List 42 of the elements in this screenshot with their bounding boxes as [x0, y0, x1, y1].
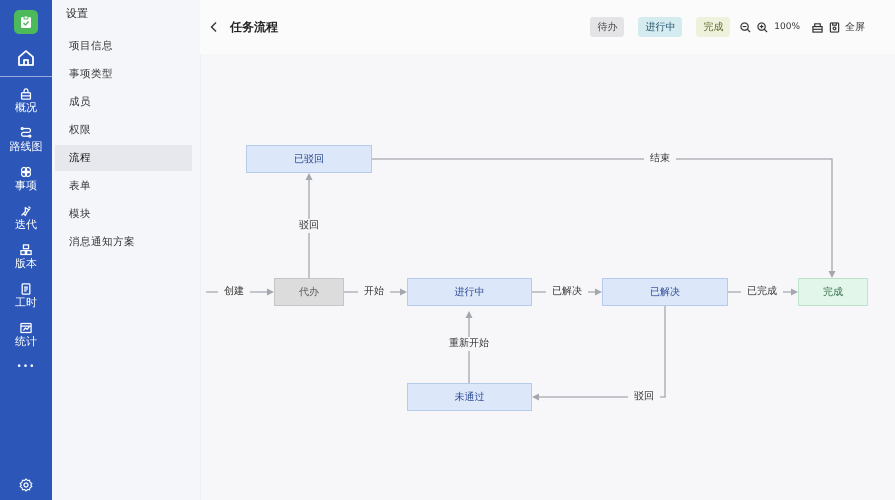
rocket-icon — [19, 204, 33, 218]
nav-item[interactable]: 项目信息 — [55, 33, 192, 59]
state-node[interactable]: 未通过 — [407, 383, 532, 411]
settings-heading: 设置 — [65, 6, 89, 22]
zoom-out-icon[interactable] — [740, 22, 752, 32]
page-title: 任务流程 — [230, 18, 278, 36]
rail-item[interactable]: 统计 — [15, 317, 37, 353]
fullscreen-button[interactable]: 全屏 — [845, 20, 865, 34]
nav-item[interactable]: 权限 — [55, 117, 192, 143]
blocks-icon — [19, 243, 33, 257]
rail-item[interactable]: 迭代 — [15, 200, 37, 236]
lock-icon — [19, 87, 33, 101]
nav-item[interactable]: 模块 — [55, 201, 192, 227]
state-node[interactable]: 已解决 — [602, 278, 728, 306]
home-icon[interactable] — [16, 48, 36, 68]
nav-item[interactable]: 事项类型 — [55, 61, 192, 87]
nav-item[interactable]: 表单 — [55, 173, 192, 199]
document-icon — [19, 282, 33, 296]
legend-chip: 待办 — [590, 17, 624, 37]
legend-chip: 进行中 — [638, 17, 682, 37]
rail-item[interactable]: 工时 — [15, 278, 37, 314]
legend-chip: 完成 — [696, 17, 730, 37]
state-node[interactable]: 进行中 — [407, 278, 532, 306]
rail-item[interactable]: 版本 — [15, 239, 37, 275]
nav-item[interactable]: 消息通知方案 — [55, 229, 192, 255]
state-node[interactable]: 完成 — [798, 278, 868, 306]
chart-icon — [19, 321, 33, 335]
state-node[interactable]: 代办 — [274, 278, 344, 306]
settings-icon[interactable] — [19, 478, 33, 492]
nav-item[interactable]: 成员 — [55, 89, 192, 115]
zoom-in-icon[interactable] — [757, 22, 768, 32]
state-node[interactable]: 已驳回 — [246, 145, 372, 173]
save-icon[interactable] — [829, 22, 840, 32]
rail-item[interactable]: 路线图 — [10, 122, 42, 158]
rail-item[interactable]: 概况 — [15, 83, 37, 119]
circles-icon — [19, 165, 33, 179]
zoom-level: 100% — [774, 22, 800, 32]
nav-item[interactable]: 流程 — [55, 145, 192, 171]
rail-item[interactable]: 事项 — [15, 161, 37, 197]
logo-icon — [14, 10, 38, 34]
more-button[interactable]: ••• — [16, 362, 36, 372]
route-icon — [19, 126, 33, 140]
